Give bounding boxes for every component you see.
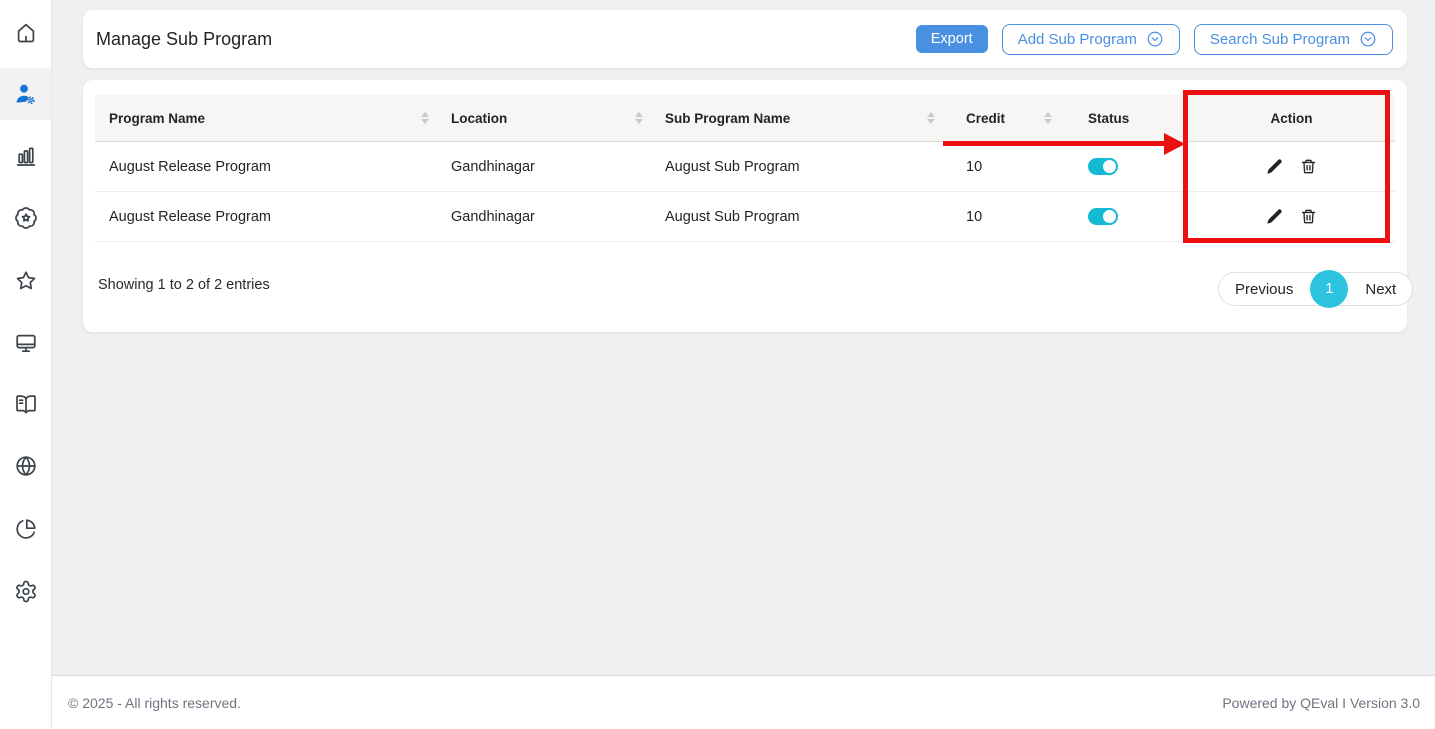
current-page-button[interactable]: 1	[1310, 270, 1348, 308]
sidebar-item-manage-users[interactable]	[0, 68, 51, 120]
open-book-icon	[14, 392, 38, 416]
globe-icon	[14, 454, 38, 478]
sub-program-table-card: Program Name Location Sub Program Name C…	[83, 80, 1407, 332]
export-button[interactable]: Export	[916, 25, 988, 53]
column-header-action: Action	[1188, 111, 1395, 126]
cell-action	[1188, 208, 1395, 225]
sort-icon[interactable]	[421, 112, 429, 124]
previous-page-button[interactable]: Previous	[1219, 281, 1309, 298]
sort-icon[interactable]	[927, 112, 935, 124]
page-title: Manage Sub Program	[96, 29, 272, 50]
sidebar-item-analytics[interactable]	[0, 503, 51, 555]
cell-location: Gandhinagar	[437, 209, 651, 225]
sidebar-item-library[interactable]	[0, 378, 51, 430]
column-header-sub-program-name[interactable]: Sub Program Name	[651, 111, 943, 126]
powered-by-text: Powered by QEval I Version 3.0	[1222, 695, 1420, 711]
chevron-down-circle-icon	[1146, 30, 1164, 48]
sidebar-item-settings[interactable]	[0, 565, 51, 617]
cell-sub-program-name: August Sub Program	[651, 209, 943, 225]
chevron-down-circle-icon	[1359, 30, 1377, 48]
pagination: Previous 1 Next	[1218, 272, 1413, 306]
cell-credit: 10	[943, 209, 1060, 225]
copyright-text: © 2025 - All rights reserved.	[68, 695, 241, 711]
sidebar	[0, 0, 52, 729]
add-sub-program-button[interactable]: Add Sub Program	[1002, 24, 1180, 55]
sidebar-item-reports[interactable]	[0, 130, 51, 182]
column-header-program-name[interactable]: Program Name	[95, 111, 437, 126]
header-actions: Export Add Sub Program Search Sub Progra…	[916, 24, 1393, 55]
sidebar-item-home[interactable]	[0, 7, 51, 59]
next-page-button[interactable]: Next	[1349, 281, 1412, 298]
monitor-icon	[14, 331, 38, 355]
search-sub-program-label: Search Sub Program	[1210, 31, 1350, 48]
badge-star-icon	[14, 206, 38, 230]
user-settings-icon	[14, 82, 38, 106]
sidebar-item-favorites[interactable]	[0, 255, 51, 307]
cell-action	[1188, 158, 1395, 175]
table-row: August Release Program Gandhinagar Augus…	[95, 142, 1395, 192]
sidebar-item-web[interactable]	[0, 440, 51, 492]
status-toggle-on[interactable]	[1088, 158, 1118, 175]
edit-pencil-icon[interactable]	[1266, 208, 1283, 225]
sort-icon[interactable]	[635, 112, 643, 124]
settings-gear-icon	[14, 579, 38, 603]
entries-summary: Showing 1 to 2 of 2 entries	[98, 277, 270, 293]
edit-pencil-icon[interactable]	[1266, 158, 1283, 175]
sub-program-table: Program Name Location Sub Program Name C…	[95, 95, 1395, 242]
add-sub-program-label: Add Sub Program	[1018, 31, 1137, 48]
cell-location: Gandhinagar	[437, 159, 651, 175]
sidebar-item-certificates[interactable]	[0, 192, 51, 244]
cell-credit: 10	[943, 159, 1060, 175]
cell-status	[1060, 208, 1188, 225]
delete-trash-icon[interactable]	[1300, 158, 1317, 175]
cell-sub-program-name: August Sub Program	[651, 159, 943, 175]
footer: © 2025 - All rights reserved. Powered by…	[52, 675, 1435, 729]
column-header-credit[interactable]: Credit	[943, 111, 1060, 126]
cell-status	[1060, 158, 1188, 175]
star-icon	[14, 269, 38, 293]
search-sub-program-button[interactable]: Search Sub Program	[1194, 24, 1393, 55]
page-header-card: Manage Sub Program Export Add Sub Progra…	[83, 10, 1407, 68]
sidebar-item-monitor[interactable]	[0, 317, 51, 369]
cell-program-name: August Release Program	[95, 209, 437, 225]
cell-program-name: August Release Program	[95, 159, 437, 175]
table-row: August Release Program Gandhinagar Augus…	[95, 192, 1395, 242]
sort-icon[interactable]	[1044, 112, 1052, 124]
delete-trash-icon[interactable]	[1300, 208, 1317, 225]
pie-chart-icon	[14, 517, 38, 541]
status-toggle-on[interactable]	[1088, 208, 1118, 225]
column-header-location[interactable]: Location	[437, 111, 651, 126]
column-header-status: Status	[1060, 111, 1188, 126]
table-header-row: Program Name Location Sub Program Name C…	[95, 95, 1395, 142]
bar-chart-icon	[14, 144, 38, 168]
home-icon	[14, 21, 38, 45]
